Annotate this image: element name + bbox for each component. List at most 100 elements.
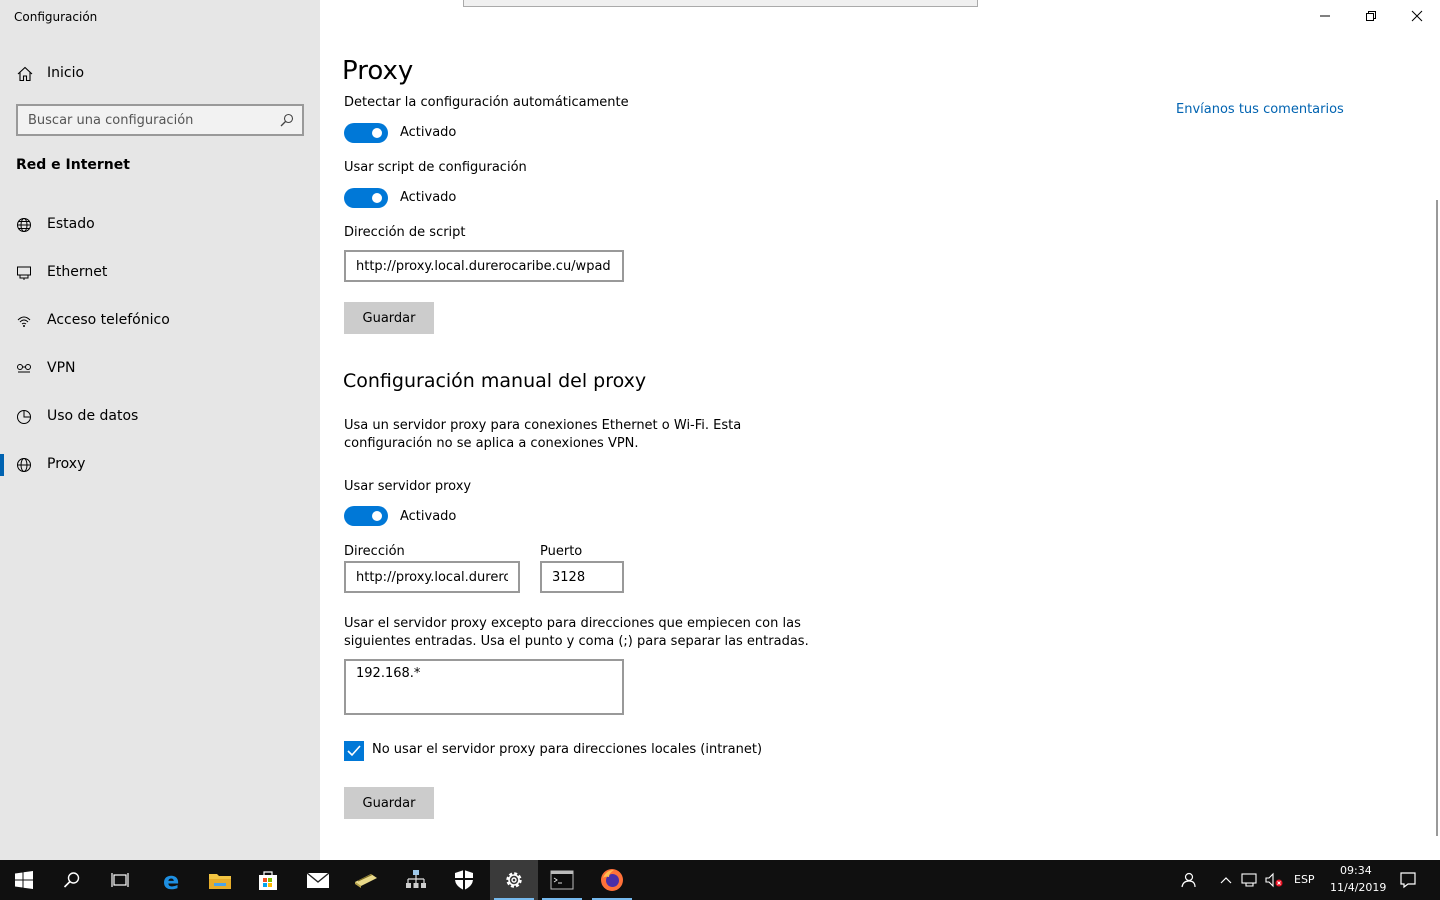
local-bypass-checkbox[interactable] bbox=[344, 741, 364, 761]
use-proxy-label: Usar servidor proxy bbox=[344, 479, 472, 494]
manual-proxy-description: Usa un servidor proxy para conexiones Et… bbox=[344, 417, 741, 453]
sidebar-item-data-usage[interactable]: Uso de datos bbox=[0, 397, 320, 437]
auto-detect-label: Detectar la configuración automáticament… bbox=[344, 95, 629, 110]
address-input[interactable] bbox=[346, 563, 518, 591]
manual-proxy-heading: Configuración manual del proxy bbox=[343, 370, 647, 392]
sidebar-item-label: Acceso telefónico bbox=[47, 312, 170, 328]
taskbar-explorer[interactable] bbox=[196, 860, 244, 900]
taskbar-security[interactable] bbox=[440, 860, 488, 900]
shield-icon bbox=[455, 870, 473, 890]
local-bypass-label: No usar el servidor proxy para direccion… bbox=[372, 742, 763, 757]
taskbar-mail[interactable] bbox=[294, 860, 342, 900]
port-field[interactable] bbox=[540, 561, 624, 593]
start-button[interactable] bbox=[0, 860, 48, 900]
auto-detect-state: Activado bbox=[400, 125, 457, 140]
section-title: Red e Internet bbox=[16, 157, 130, 173]
taskbar-store[interactable] bbox=[244, 860, 292, 900]
taskbar-terminal[interactable] bbox=[538, 860, 586, 900]
windows-logo-icon bbox=[15, 871, 33, 889]
restore-icon bbox=[1366, 11, 1376, 21]
scrollbar[interactable] bbox=[1436, 200, 1438, 836]
top-scroll-indicator bbox=[463, 0, 978, 7]
vpn-icon bbox=[17, 364, 31, 373]
taskbar-app-notes[interactable] bbox=[342, 860, 390, 900]
exceptions-textarea[interactable]: 192.168.* bbox=[346, 661, 622, 713]
search-taskbar-button[interactable] bbox=[48, 860, 96, 900]
sidebar-item-label: Uso de datos bbox=[47, 408, 139, 424]
taskbar-app-network[interactable] bbox=[392, 860, 440, 900]
sidebar-item-vpn[interactable]: VPN bbox=[0, 349, 320, 389]
address-field[interactable] bbox=[344, 561, 520, 593]
taskbar: e ESP 09:34 11/4/2019 bbox=[0, 860, 1440, 900]
network-icon bbox=[1241, 873, 1257, 887]
address-label: Dirección bbox=[344, 544, 405, 559]
sidebar-item-label: Proxy bbox=[47, 456, 86, 472]
save-script-button[interactable]: Guardar bbox=[344, 302, 434, 334]
search-icon bbox=[63, 872, 80, 888]
port-label: Puerto bbox=[540, 544, 583, 559]
exceptions-field[interactable]: 192.168.* bbox=[344, 659, 624, 715]
file-explorer-icon bbox=[209, 874, 231, 889]
data-usage-icon bbox=[17, 410, 31, 424]
sidebar-item-proxy[interactable]: Proxy bbox=[0, 445, 320, 485]
firefox-icon bbox=[601, 869, 623, 891]
exceptions-description: Usar el servidor proxy excepto para dire… bbox=[344, 615, 809, 651]
ethernet-icon bbox=[17, 266, 31, 280]
dialup-icon bbox=[17, 316, 31, 327]
main-content: Proxy Envíanos tus comentarios Detectar … bbox=[320, 0, 1440, 860]
use-script-toggle[interactable] bbox=[344, 188, 388, 208]
sidebar-home[interactable]: Inicio bbox=[0, 58, 320, 88]
sidebar-item-estado[interactable]: Estado bbox=[0, 205, 320, 245]
sidebar-item-label: VPN bbox=[47, 360, 76, 376]
use-script-label: Usar script de configuración bbox=[344, 160, 527, 175]
mail-icon bbox=[306, 872, 330, 888]
globe-status-icon bbox=[17, 218, 31, 232]
manual-desc-line: configuración no se aplica a conexiones … bbox=[344, 436, 639, 451]
sidebar-item-ethernet[interactable]: Ethernet bbox=[0, 253, 320, 293]
sidebar: Configuración Inicio Red e Internet Esta… bbox=[0, 0, 320, 860]
show-hidden-icons[interactable] bbox=[1214, 860, 1238, 900]
use-proxy-toggle[interactable] bbox=[344, 506, 388, 526]
terminal-icon bbox=[550, 870, 574, 890]
chevron-up-icon bbox=[1220, 877, 1232, 884]
notification-icon bbox=[1400, 872, 1416, 889]
script-address-field[interactable] bbox=[344, 250, 624, 282]
sidebar-item-dialup[interactable]: Acceso telefónico bbox=[0, 301, 320, 341]
gear-icon bbox=[506, 872, 522, 888]
task-view-button[interactable] bbox=[96, 860, 144, 900]
exceptions-line: siguientes entradas. Usa el punto y coma… bbox=[344, 634, 809, 649]
clock-time[interactable]: 09:34 bbox=[1340, 864, 1372, 877]
people-button[interactable] bbox=[1168, 860, 1208, 900]
task-view-icon bbox=[111, 873, 129, 887]
search-input[interactable] bbox=[18, 106, 268, 134]
action-center-button[interactable] bbox=[1388, 860, 1428, 900]
sidebar-home-label: Inicio bbox=[47, 65, 85, 81]
sidebar-item-label: Ethernet bbox=[47, 264, 108, 280]
exceptions-line: Usar el servidor proxy excepto para dire… bbox=[344, 616, 801, 631]
use-script-state: Activado bbox=[400, 190, 457, 205]
script-address-input[interactable] bbox=[346, 252, 622, 280]
close-button[interactable] bbox=[1394, 0, 1440, 32]
taskbar-firefox[interactable] bbox=[588, 860, 636, 900]
clock-date[interactable]: 11/4/2019 bbox=[1330, 881, 1386, 894]
minimize-icon bbox=[1320, 15, 1330, 17]
taskbar-edge[interactable]: e bbox=[148, 860, 196, 900]
auto-detect-toggle[interactable] bbox=[344, 123, 388, 143]
volume-tray[interactable] bbox=[1262, 860, 1286, 900]
close-icon bbox=[1411, 10, 1423, 22]
taskbar-settings[interactable] bbox=[490, 860, 538, 900]
restore-button[interactable] bbox=[1348, 0, 1394, 32]
language-indicator[interactable]: ESP bbox=[1294, 873, 1315, 886]
app-title: Configuración bbox=[14, 10, 98, 24]
minimize-button[interactable] bbox=[1302, 0, 1348, 32]
svg-text:e: e bbox=[163, 869, 179, 891]
volume-muted-icon bbox=[1265, 872, 1283, 888]
network-tray[interactable] bbox=[1238, 860, 1262, 900]
port-input[interactable] bbox=[542, 563, 622, 591]
save-manual-button[interactable]: Guardar bbox=[344, 787, 434, 819]
toggle-knob bbox=[372, 128, 382, 138]
feedback-link[interactable]: Envíanos tus comentarios bbox=[1176, 102, 1344, 117]
toggle-knob bbox=[372, 511, 382, 521]
search-box[interactable] bbox=[16, 104, 304, 136]
search-icon[interactable] bbox=[280, 113, 294, 127]
